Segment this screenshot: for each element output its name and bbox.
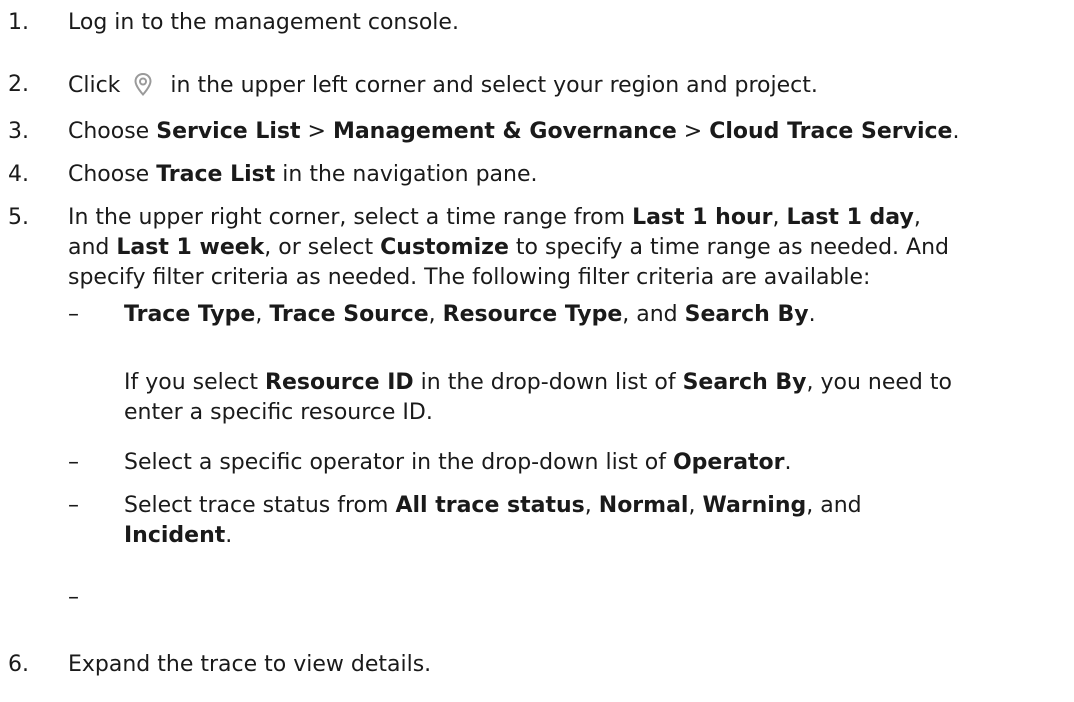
ui-term-trace-list: Trace List <box>156 162 276 187</box>
step-number: 2. <box>8 72 29 97</box>
text-run: , <box>688 493 703 518</box>
text-run: Select a specific operator in the drop-d… <box>124 450 673 475</box>
step-text: Click in the upper left corner and select… <box>68 70 1064 101</box>
ui-term-resource-id: Resource ID <box>265 370 414 395</box>
text-run: Choose <box>68 162 157 187</box>
text-run: > <box>300 119 333 144</box>
text-run: Choose <box>68 119 157 144</box>
text-run: In the upper right corner, select a time… <box>68 205 633 230</box>
sub-item-text: Select trace status from All trace statu… <box>124 491 1068 551</box>
note-text: If you select Resource ID in the drop-do… <box>124 368 1068 428</box>
text-run: enter a specific resource ID. <box>124 400 433 425</box>
step-number: 6. <box>8 652 29 677</box>
ui-term-last-1-week: Last 1 week <box>116 235 265 260</box>
ui-term-management-governance: Management & Governance <box>332 119 677 144</box>
document-body: 1. Log in to the management console. 2. … <box>0 0 1074 702</box>
step-text-pre: Click <box>68 73 121 98</box>
text-line: enter a specific resource ID. <box>124 398 1068 428</box>
text-line: and Last 1 week, or select Customize to … <box>68 233 1064 263</box>
text-line: If you select Resource ID in the drop-do… <box>124 368 1068 398</box>
text-run: , and <box>806 493 862 518</box>
ui-term-all-trace-status: All trace status <box>395 493 585 518</box>
sub-item-text: Trace Type, Trace Source, Resource Type,… <box>124 300 1068 330</box>
text-run: and <box>68 235 117 260</box>
step-number: 3. <box>8 119 29 144</box>
step-number: 4. <box>8 162 29 187</box>
ui-term-search-by: Search By <box>682 370 807 395</box>
text-run: , and <box>622 302 685 327</box>
text-run: , <box>584 493 599 518</box>
bullet-dash: – <box>68 585 79 610</box>
text-run: , <box>913 205 921 230</box>
step-text: Choose Service List > Management & Gover… <box>68 117 1064 147</box>
text-run: . <box>225 523 233 548</box>
ui-term-search-by: Search By <box>684 302 809 327</box>
text-run: , <box>772 205 787 230</box>
ui-term-incident: Incident <box>124 523 226 548</box>
sub-item-text: Select a specific operator in the drop-d… <box>124 448 1068 478</box>
step-text: Choose Trace List in the navigation pane… <box>68 160 1064 190</box>
ui-term-service-list: Service List <box>156 119 301 144</box>
text-run: specify filter criteria as needed. The f… <box>68 265 871 290</box>
location-pin-icon <box>128 70 159 100</box>
ui-term-operator: Operator <box>672 450 785 475</box>
step-text: Log in to the management console. <box>68 10 459 35</box>
text-run: Select trace status from <box>124 493 396 518</box>
step-text-post: in the upper left corner and select your… <box>170 73 818 98</box>
step-number: 5. <box>8 205 29 230</box>
bullet-dash: – <box>68 450 79 475</box>
text-run: in the navigation pane. <box>275 162 538 187</box>
bullet-dash: – <box>68 493 79 518</box>
text-run: . <box>808 302 816 327</box>
text-run: , <box>428 302 443 327</box>
text-run: . <box>784 450 792 475</box>
step-number: 1. <box>8 10 29 35</box>
text-line: Incident. <box>124 521 1068 551</box>
text-run: > <box>676 119 710 144</box>
ui-term-trace-type: Trace Type <box>124 302 256 327</box>
ui-term-customize: Customize <box>380 235 509 260</box>
ui-term-last-1-day: Last 1 day <box>786 205 914 230</box>
bullet-dash: – <box>68 302 79 327</box>
text-run: , or select <box>264 235 381 260</box>
ui-term-last-1-hour: Last 1 hour <box>632 205 773 230</box>
ui-term-trace-source: Trace Source <box>269 302 429 327</box>
text-line: specify filter criteria as needed. The f… <box>68 263 1064 293</box>
text-line: In the upper right corner, select a time… <box>68 203 1064 233</box>
text-run: , <box>255 302 270 327</box>
step-text: In the upper right corner, select a time… <box>68 203 1064 293</box>
text-run: in the drop-down list of <box>413 370 683 395</box>
ui-term-normal: Normal <box>598 493 689 518</box>
text-run: . <box>952 119 960 144</box>
text-line: Select trace status from All trace statu… <box>124 491 1068 521</box>
text-run: to specify a time range as needed. And <box>508 235 949 260</box>
ui-term-warning: Warning <box>702 493 807 518</box>
text-run: If you select <box>124 370 266 395</box>
ui-term-resource-type: Resource Type <box>442 302 623 327</box>
text-run: , you need to <box>806 370 952 395</box>
step-text: Expand the trace to view details. <box>68 652 432 677</box>
ui-term-cloud-trace-service: Cloud Trace Service <box>709 119 953 144</box>
